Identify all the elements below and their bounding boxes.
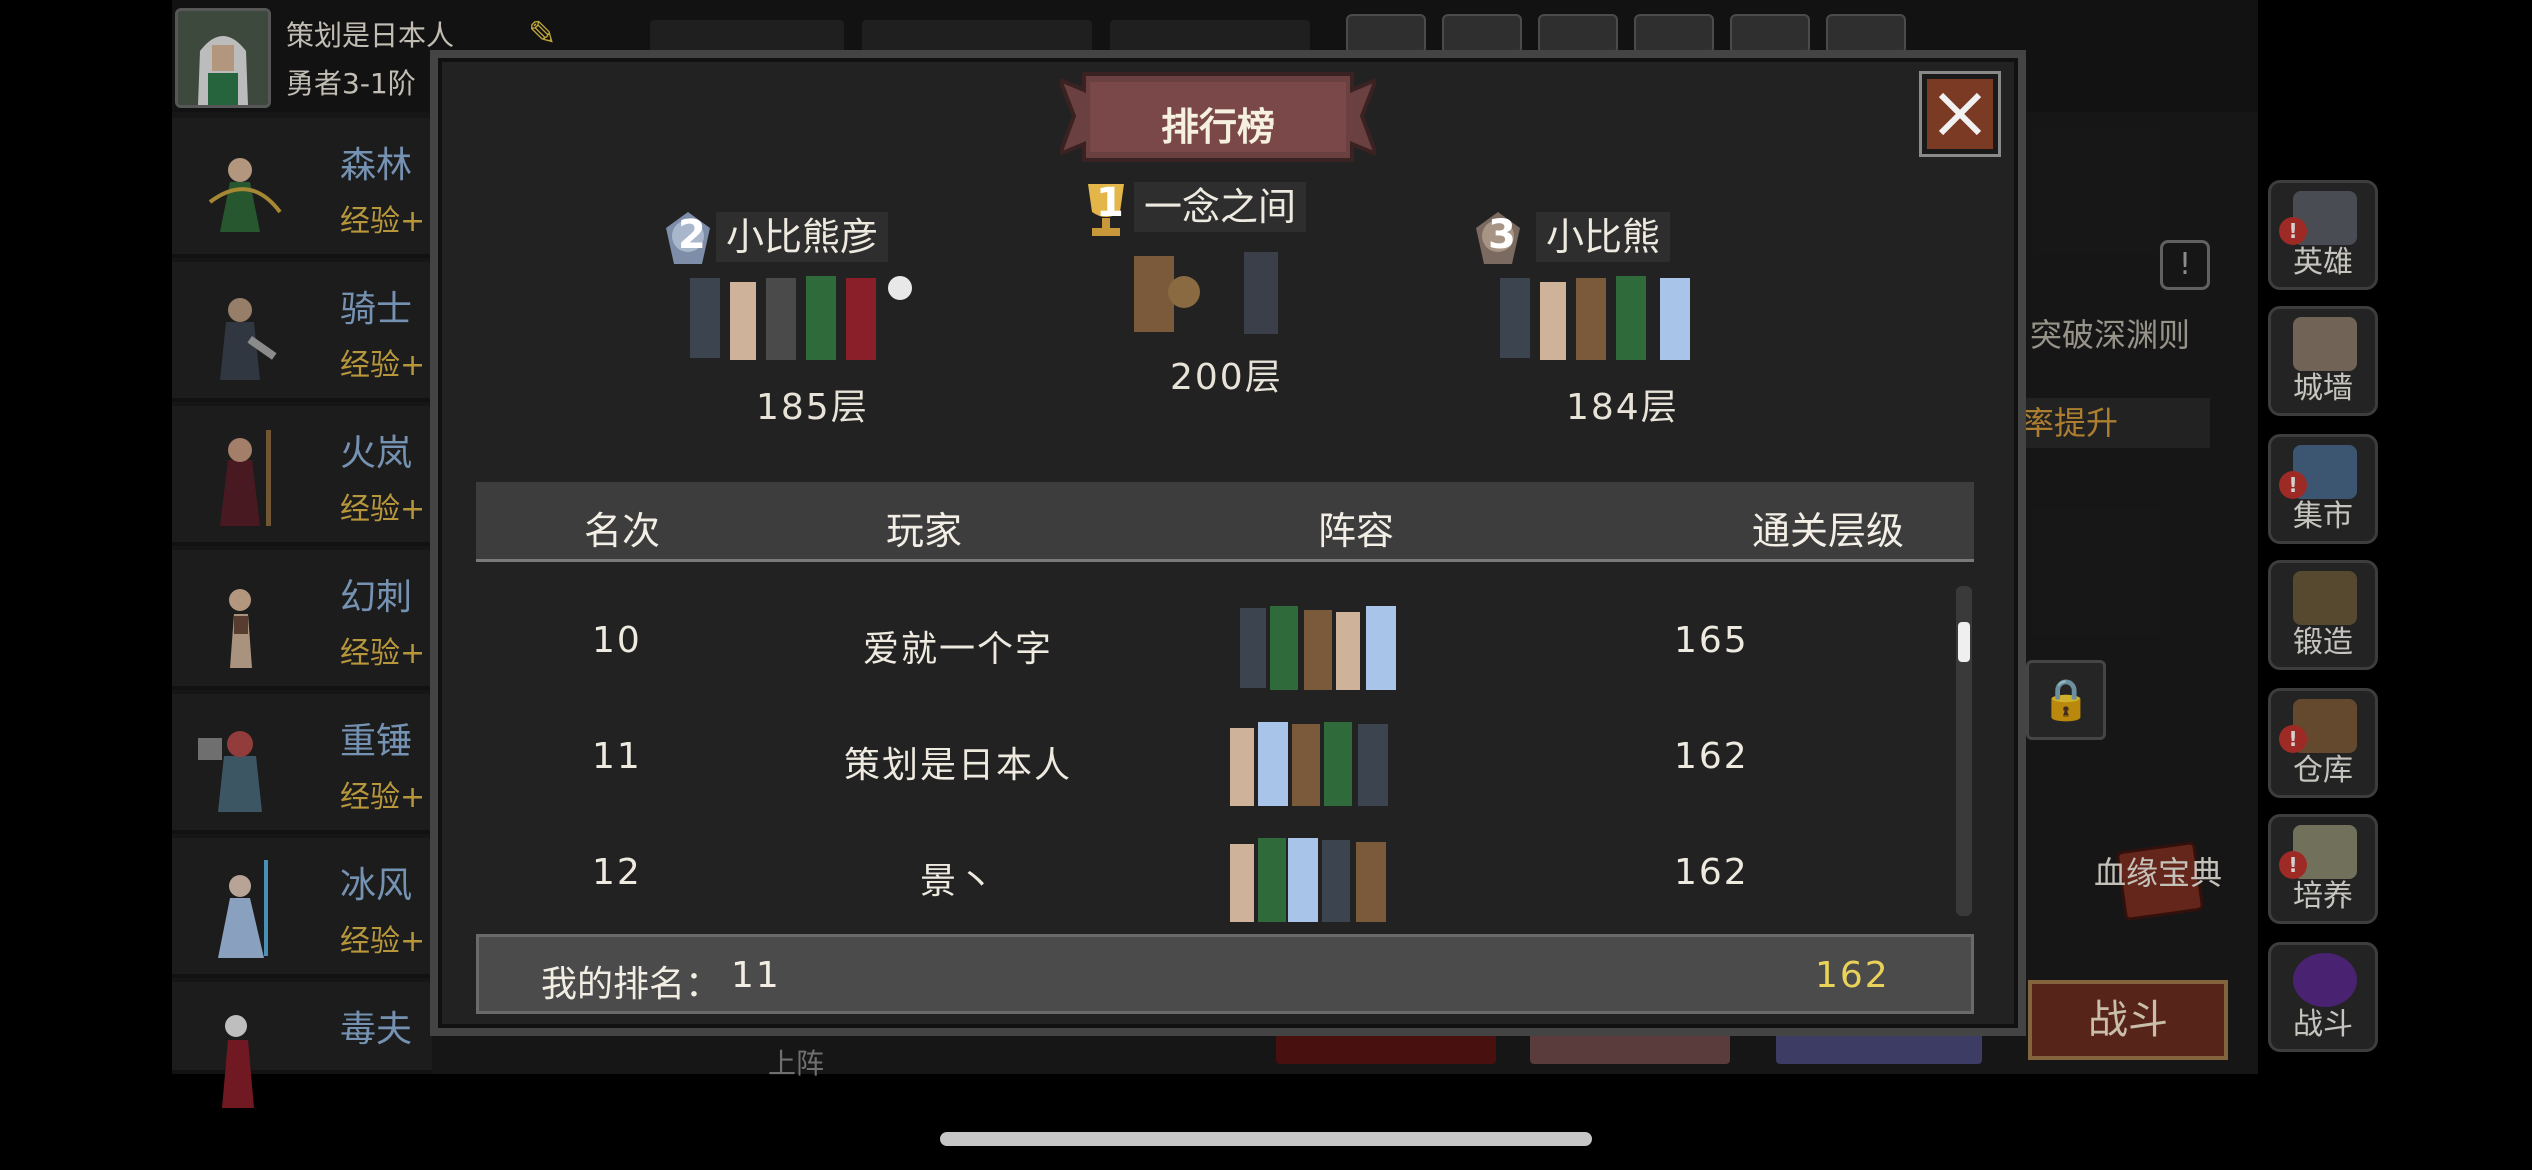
row-player: 景丶 bbox=[919, 861, 996, 902]
close-button[interactable] bbox=[1922, 74, 1998, 154]
row-floor: 162 bbox=[1674, 736, 1749, 777]
podium-floor: 184层 bbox=[1566, 387, 1679, 428]
podium-third[interactable]: 3 小比熊 184层 bbox=[1470, 208, 1770, 428]
scrollbar-thumb[interactable] bbox=[1958, 622, 1970, 662]
row-lineup-icon bbox=[1230, 722, 1388, 806]
row-floor: 162 bbox=[1674, 852, 1749, 893]
podium-lineup-icon bbox=[690, 276, 912, 360]
title-banner: 排行榜 bbox=[1060, 70, 1376, 164]
podium-second[interactable]: 2 小比熊彦 185层 bbox=[660, 208, 960, 428]
podium-first[interactable]: 1 一念之间 200层 bbox=[1078, 178, 1358, 398]
podium-lineup-icon bbox=[1500, 276, 1690, 360]
podium-place: 2 bbox=[678, 212, 706, 258]
column-header-rank: 名次 bbox=[584, 509, 661, 553]
podium-player-name: 小比熊彦 bbox=[716, 212, 889, 262]
podium-place: 3 bbox=[1488, 212, 1516, 258]
my-rank-value: 11 bbox=[731, 955, 781, 996]
row-rank: 12 bbox=[592, 852, 642, 893]
column-header-lineup: 阵容 bbox=[1318, 509, 1395, 553]
row-rank: 10 bbox=[592, 620, 642, 661]
table-row[interactable]: 11 策划是日本人 162 bbox=[498, 700, 1948, 816]
table-row[interactable]: 12 景丶 162 bbox=[498, 816, 1948, 932]
row-rank: 11 bbox=[592, 736, 642, 777]
column-header-player: 玩家 bbox=[886, 509, 963, 553]
row-lineup-icon bbox=[1230, 838, 1386, 922]
podium-floor: 200层 bbox=[1170, 357, 1283, 398]
dialog-title: 排行榜 bbox=[1160, 105, 1275, 149]
leaderboard-list[interactable]: 10 爱就一个字 165 11 策划是日本人 162 12 景丶 162 bbox=[498, 584, 1948, 934]
close-icon bbox=[1938, 92, 1982, 136]
table-header: 名次 玩家 阵容 通关层级 bbox=[476, 482, 1974, 562]
row-player: 策划是日本人 bbox=[843, 745, 1072, 786]
my-rank-bar: 我的排名： 11 162 bbox=[476, 934, 1974, 1014]
podium-lineup-icon bbox=[1134, 252, 1278, 334]
my-rank-floor: 162 bbox=[1815, 955, 1890, 996]
podium-player-name: 一念之间 bbox=[1134, 182, 1307, 232]
my-rank-label: 我的排名： bbox=[541, 964, 722, 1005]
row-player: 爱就一个字 bbox=[862, 629, 1053, 670]
table-row[interactable]: 10 爱就一个字 165 bbox=[498, 584, 1948, 700]
podium-place: 1 bbox=[1096, 180, 1124, 226]
podium-player-name: 小比熊 bbox=[1536, 212, 1671, 262]
row-floor: 165 bbox=[1674, 620, 1749, 661]
podium-floor: 185层 bbox=[756, 387, 869, 428]
row-lineup-icon bbox=[1240, 606, 1396, 690]
column-header-floor: 通关层级 bbox=[1752, 509, 1905, 553]
